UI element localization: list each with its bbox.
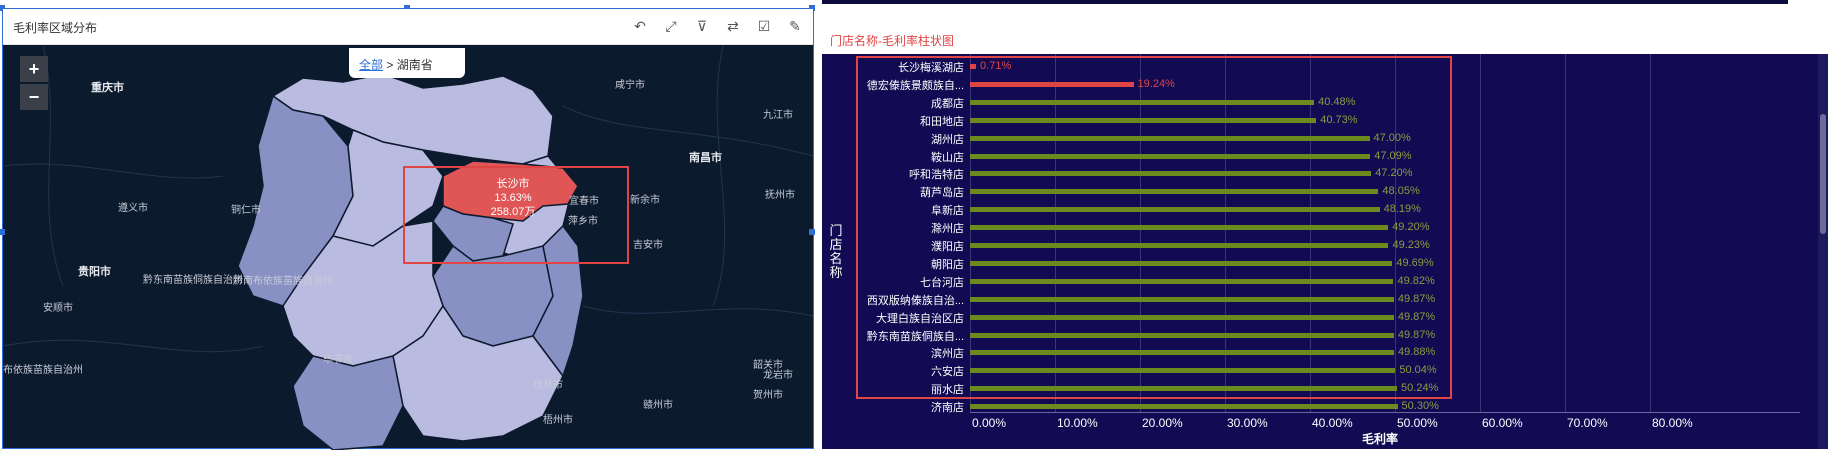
export-icon[interactable]: ⤢ (662, 17, 680, 35)
scrollbar-thumb[interactable] (1820, 114, 1826, 234)
breadcrumb-root-link[interactable]: 全部 (359, 58, 383, 72)
highlight-city-name: 长沙市 (496, 178, 530, 190)
city-label: 重庆市 (91, 82, 124, 94)
city-label: 遵义市 (118, 203, 148, 214)
city-label: 毕节市 (323, 355, 353, 366)
city-label: 铜仁市 (231, 205, 261, 216)
x-tick-label: 80.00% (1652, 416, 1693, 430)
x-tick-label: 40.00% (1312, 416, 1353, 430)
city-label: 赣州市 (643, 400, 673, 411)
x-axis-title: 毛利率 (1362, 432, 1399, 446)
x-tick-label: 60.00% (1482, 416, 1523, 430)
city-label: 咸宁市 (615, 80, 645, 91)
breadcrumb-separator: > (386, 58, 394, 72)
map-panel: 毛利率区域分布 ↶ ⤢ ⊽ ⇄ ☑ ✎ + − 全部 > 湖南省 重庆市 遵义市… (0, 5, 815, 450)
chart-panel: 门店名称-毛利率柱状图 门店名称 0.00% 10.00% 20.00% 30.00%… (822, 8, 1828, 449)
top-bar-accent (822, 0, 1788, 4)
city-label: 黔南布依族苗族自治州 (233, 276, 333, 287)
highlight-selection-box (856, 56, 1452, 399)
category-label: 济南店 (931, 402, 964, 415)
highlight-tooltip: 长沙市 13.63% 258.07万 (473, 177, 553, 219)
shuffle-icon[interactable]: ⇄ (724, 17, 742, 35)
undo-icon[interactable]: ↶ (631, 17, 649, 35)
dropdown-icon[interactable]: ☑ (755, 17, 773, 35)
city-label: 黔东南苗族侗族自治州 (143, 275, 243, 286)
city-label: 梧州市 (543, 415, 573, 426)
city-label: 新余市 (630, 195, 660, 206)
map-header: 毛利率区域分布 ↶ ⤢ ⊽ ⇄ ☑ ✎ (3, 9, 813, 45)
x-tick-label: 30.00% (1227, 416, 1268, 430)
edit-icon[interactable]: ✎ (786, 17, 804, 35)
city-label: 九江市 (763, 110, 793, 121)
x-tick-label: 50.00% (1397, 416, 1438, 430)
highlight-amount: 258.07万 (490, 206, 536, 218)
highlight-rate: 13.63% (494, 192, 532, 204)
x-gridline (1650, 54, 1651, 412)
x-tick-label: 70.00% (1567, 416, 1608, 430)
x-tick-label: 0.00% (972, 416, 1007, 430)
scrollbar[interactable] (1818, 54, 1828, 449)
city-label: 南昌市 (689, 152, 722, 164)
region-far-southwest[interactable] (292, 355, 404, 450)
city-label: 贺州市 (753, 390, 783, 401)
chart-title: 门店名称-毛利率柱状图 (830, 34, 954, 48)
filter-icon[interactable]: ⊽ (693, 17, 711, 35)
map-title: 毛利率区域分布 (13, 21, 98, 35)
city-label: 龙岩市 (763, 370, 793, 381)
city-label: 布依族苗族自治州 (3, 365, 83, 376)
zoom-out-button[interactable]: − (20, 84, 48, 110)
breadcrumb-current: 湖南省 (396, 58, 433, 72)
zoom-in-button[interactable]: + (20, 56, 48, 82)
bar-value-label: 50.30% (1401, 400, 1439, 413)
x-tick-label: 20.00% (1142, 416, 1183, 430)
x-gridline (1480, 54, 1481, 412)
city-label: 吉安市 (633, 240, 663, 251)
x-axis-line (970, 412, 1800, 413)
chart-area: 0.00% 10.00% 20.00% 30.00% 40.00% 50.00% 60.00… (822, 54, 1828, 449)
bar-chart: 门店名称 0.00% 10.00% 20.00% 30.00% 40.00% 50.00%… (822, 54, 1828, 449)
city-label: 桂林市 (533, 380, 563, 391)
map-canvas[interactable]: + − 全部 > 湖南省 重庆市 遵义市 贵阳市 南昌市 宜春市 萍乡市 新余市 抚州市 吉安市… (3, 46, 813, 450)
city-label: 抚州市 (765, 190, 795, 201)
bar[interactable] (970, 404, 1398, 410)
breadcrumb: 全部 > 湖南省 (349, 48, 465, 78)
x-gridline (1565, 54, 1566, 412)
x-tick-label: 10.00% (1057, 416, 1098, 430)
city-label: 安顺市 (43, 303, 73, 314)
city-label: 贵阳市 (78, 266, 111, 278)
